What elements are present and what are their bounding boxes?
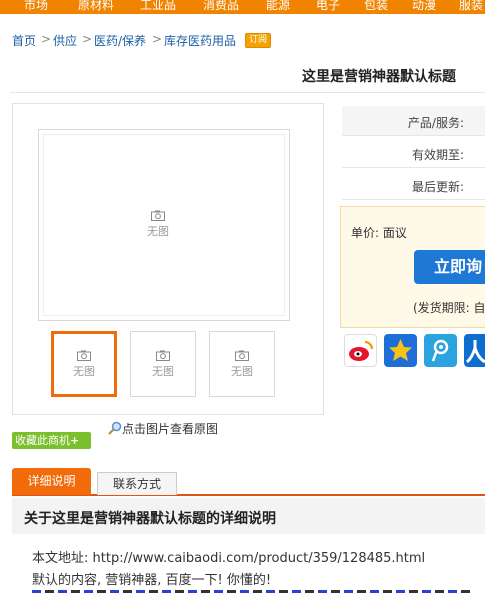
breadcrumb-separator: >	[152, 32, 163, 46]
page-title: 这里是营销神器默认标题	[302, 69, 456, 85]
section-title: 关于这里是营销神器默认标题的详细说明	[24, 511, 276, 527]
breadcrumb-home-link[interactable]: 首页	[12, 32, 36, 49]
weibo-icon[interactable]	[344, 334, 377, 367]
info-row-product: 产品/服务:	[342, 106, 485, 136]
top-nav-item[interactable]: 市场	[24, 0, 48, 13]
plus-icon: +	[70, 434, 80, 447]
price-label: 单价: 面议	[351, 226, 407, 240]
breadcrumb-separator: >	[82, 32, 93, 46]
section-header: 关于这里是营销神器默认标题的详细说明	[12, 498, 485, 534]
delivery-term: (发货期限: 自	[413, 301, 485, 315]
info-row-updated: 最后更新:	[342, 170, 485, 200]
no-image-placeholder: 无图	[147, 210, 169, 239]
top-nav-item[interactable]: 原材料	[78, 0, 114, 13]
article-content: 默认的内容, 营销神器, 百度一下! 你懂的!	[32, 573, 272, 588]
camera-icon	[151, 210, 165, 221]
top-nav: 市场 原材料 工业品 消费品 能源 电子 包装 动漫 服装	[0, 0, 485, 14]
tencent-weibo-icon[interactable]	[424, 334, 457, 367]
article-next-line	[32, 588, 472, 593]
no-image-placeholder: 无图	[73, 350, 95, 379]
subscribe-button[interactable]: 订阅	[245, 33, 271, 48]
camera-icon	[235, 350, 249, 361]
divider	[10, 92, 485, 93]
camera-icon	[77, 350, 91, 361]
add-to-favorites-button[interactable]: 收藏此商机+	[12, 432, 91, 449]
top-nav-item[interactable]: 包装	[364, 0, 388, 13]
zoom-hint-link[interactable]: 点击图片查看原图	[108, 420, 218, 437]
thumbnail[interactable]: 无图	[51, 331, 117, 397]
tab-contact[interactable]: 联系方式	[97, 472, 177, 495]
qzone-icon[interactable]	[384, 334, 417, 367]
breadcrumb-supply-link[interactable]: 供应	[53, 32, 77, 49]
camera-icon	[156, 350, 170, 361]
no-image-placeholder: 无图	[152, 350, 174, 379]
top-nav-item[interactable]: 工业品	[140, 0, 176, 13]
no-image-placeholder: 无图	[231, 350, 253, 379]
info-label: 有效期至:	[411, 148, 464, 162]
magnifier-icon	[108, 421, 122, 435]
tab-details[interactable]: 详细说明	[12, 468, 91, 495]
info-row-expiry: 有效期至:	[342, 138, 485, 168]
info-label: 最后更新:	[411, 180, 464, 194]
info-label: 产品/服务:	[407, 116, 464, 130]
top-nav-item[interactable]: 服装	[459, 0, 483, 13]
breadcrumb-medical-link[interactable]: 医药/保养	[94, 32, 146, 49]
inquire-now-button[interactable]: 立即询	[414, 250, 485, 284]
top-nav-item[interactable]: 动漫	[412, 0, 436, 13]
top-nav-item[interactable]: 能源	[266, 0, 290, 13]
top-nav-item[interactable]: 电子	[316, 0, 340, 13]
breadcrumb-category-link[interactable]: 库存医药用品	[164, 32, 236, 49]
thumbnail[interactable]: 无图	[130, 331, 196, 397]
top-nav-item[interactable]: 消费品	[203, 0, 239, 13]
main-image[interactable]: 无图	[38, 129, 290, 321]
article-url: 本文地址: http://www.caibaodi.com/product/35…	[32, 551, 426, 566]
renren-icon[interactable]	[464, 334, 485, 367]
breadcrumb-separator: >	[41, 32, 52, 46]
thumbnail[interactable]: 无图	[209, 331, 275, 397]
